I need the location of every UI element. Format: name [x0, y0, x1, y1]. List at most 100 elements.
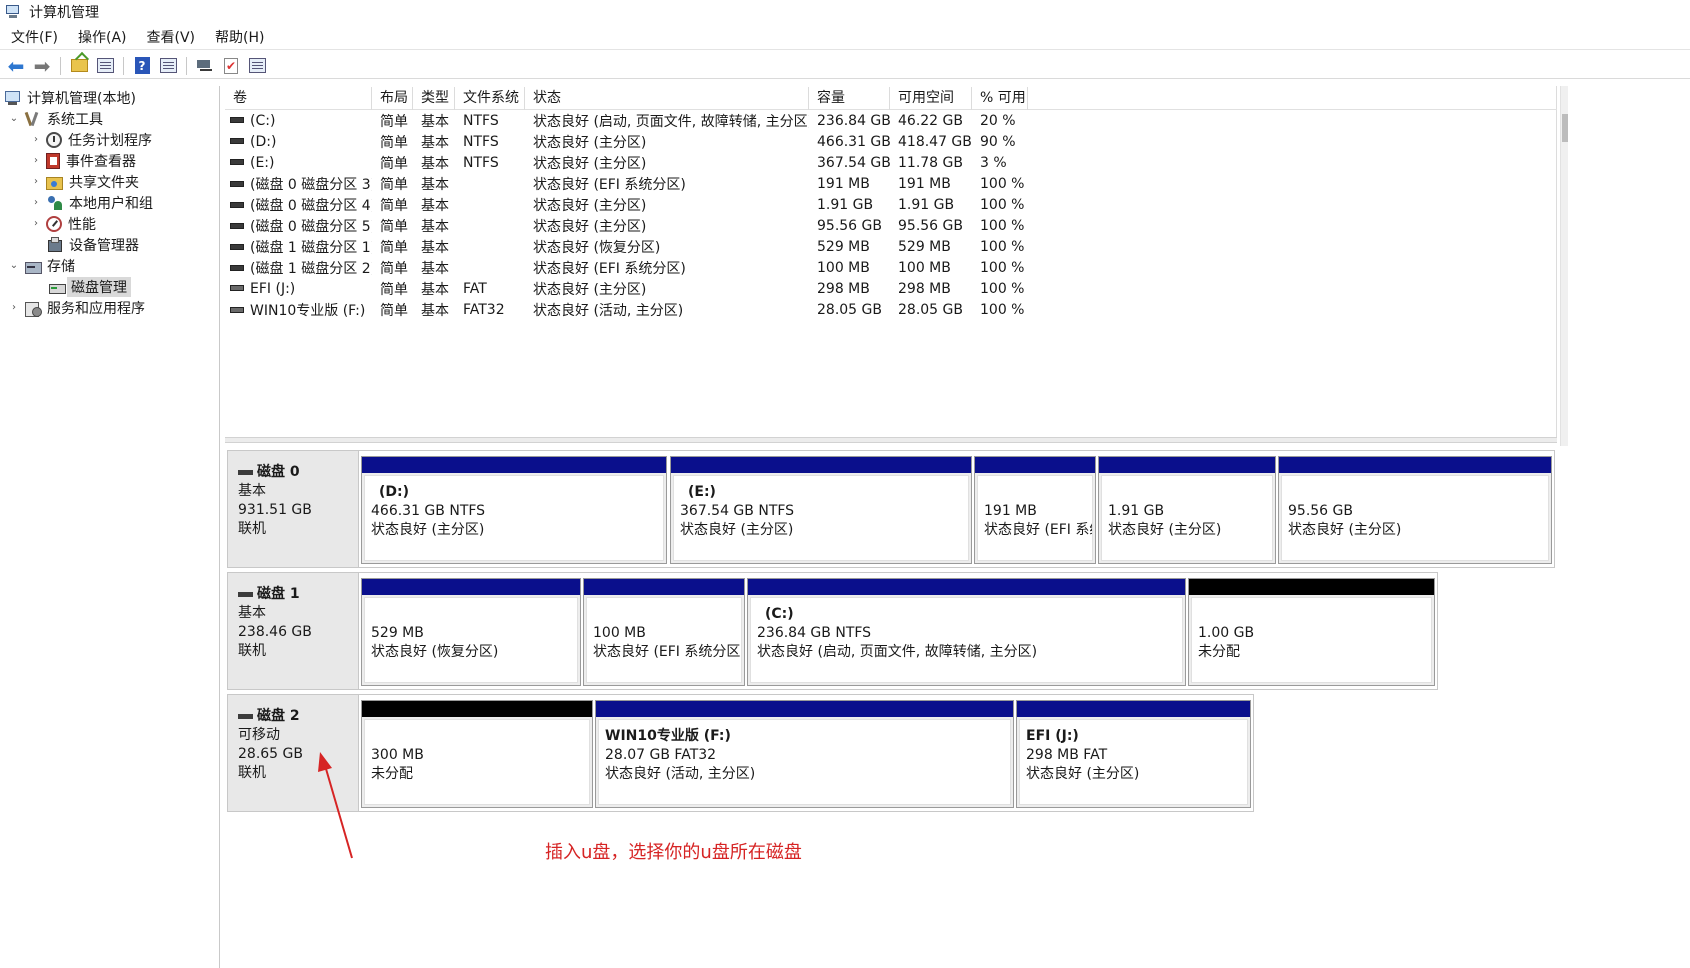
chevron-right-icon[interactable]: ›	[30, 197, 42, 208]
volume-row[interactable]: (D:) 简单 基本 NTFS 状态良好 (主分区) 466.31 GB 418.47 GB…	[225, 131, 1557, 152]
column-header-type[interactable]: 类型	[413, 87, 455, 110]
connect-button[interactable]	[193, 55, 217, 77]
tree-item-storage[interactable]: ⌄ 存储	[8, 255, 75, 276]
chevron-right-icon[interactable]: ›	[30, 218, 42, 229]
tree-item-services[interactable]: › 服务和应用程序	[8, 297, 145, 318]
tree-item-performance[interactable]: › 性能	[30, 213, 96, 234]
volume-row[interactable]: (磁盘 0 磁盘分区 4) 简单 基本 状态良好 (主分区) 1.91 GB 1.91 G…	[225, 194, 1557, 215]
cell-type: 基本	[413, 216, 455, 236]
tree-label: 事件查看器	[66, 153, 136, 170]
volume-row[interactable]: (C:) 简单 基本 NTFS 状态良好 (启动, 页面文件, 故障转储, 主分区) 23…	[225, 110, 1557, 131]
chevron-right-icon[interactable]: ›	[30, 134, 42, 145]
volume-row[interactable]: (磁盘 0 磁盘分区 5) 简单 基本 状态良好 (主分区) 95.56 GB 95.56…	[225, 215, 1557, 236]
cell-capacity: 529 MB	[809, 239, 890, 255]
chevron-down-icon[interactable]: ⌄	[8, 260, 20, 271]
partition-body: 529 MB 状态良好 (恢复分区)	[364, 597, 578, 683]
computer-icon	[4, 90, 21, 106]
menu-view[interactable]: 查看(V)	[136, 27, 205, 49]
settings-icon	[248, 58, 266, 73]
volume-icon	[230, 222, 244, 229]
menu-help[interactable]: 帮助(H)	[204, 27, 273, 49]
cell-volume-text: (磁盘 1 磁盘分区 2)	[250, 260, 372, 277]
column-header-layout[interactable]: 布局	[372, 87, 413, 110]
volume-row[interactable]: (磁盘 0 磁盘分区 3) 简单 基本 状态良好 (EFI 系统分区) 191 MB 19…	[225, 173, 1557, 194]
volume-row[interactable]: (E:) 简单 基本 NTFS 状态良好 (主分区) 367.54 GB 11.78 GB 3…	[225, 152, 1557, 173]
partition-title	[1288, 483, 1548, 502]
settings-button[interactable]	[245, 55, 269, 77]
menu-action[interactable]: 操作(A)	[67, 27, 136, 49]
column-header-status[interactable]: 状态	[525, 87, 809, 110]
properties-button[interactable]	[156, 55, 180, 77]
volume-row[interactable]: EFI (J:) 简单 基本 FAT 状态良好 (主分区) 298 MB 298 MB 100…	[225, 278, 1557, 299]
chevron-down-icon[interactable]: ⌄	[8, 113, 20, 124]
partition-status: 状态良好 (活动, 主分区)	[605, 766, 756, 782]
chevron-right-icon[interactable]: ›	[30, 176, 42, 187]
partition-efi-disk0[interactable]: 191 MB 状态良好 (EFI 系统	[974, 456, 1096, 564]
volume-row[interactable]: (磁盘 1 磁盘分区 1) 简单 基本 状态良好 (恢复分区) 529 MB 529 MB…	[225, 236, 1557, 257]
tree-item-device-manager[interactable]: 设备管理器	[46, 234, 139, 255]
partition-bar	[362, 457, 666, 473]
tree-item-event-viewer[interactable]: › 事件查看器	[30, 150, 136, 171]
tree-item-task-scheduler[interactable]: › 任务计划程序	[30, 129, 152, 150]
cell-capacity-text: 100 MB	[817, 259, 870, 276]
partition-body: (C:) 236.84 GB NTFS 状态良好 (启动, 页面文件, 故障转储…	[750, 597, 1183, 683]
back-button[interactable]: ⬅	[4, 55, 28, 77]
cell-capacity-text: 95.56 GB	[817, 217, 882, 234]
cell-capacity-text: 298 MB	[817, 280, 870, 297]
tree-item-root[interactable]: 计算机管理(本地)	[4, 87, 136, 108]
volume-row[interactable]: WIN10专业版 (F:) 简单 基本 FAT32 状态良好 (活动, 主分区) 28.0…	[225, 299, 1557, 320]
cell-free-space-text: 95.56 GB	[898, 217, 963, 234]
volume-row[interactable]: (磁盘 1 磁盘分区 2) 简单 基本 状态良好 (EFI 系统分区) 100 MB 10…	[225, 257, 1557, 278]
column-header-capacity[interactable]: 容量	[809, 87, 890, 110]
tree-label: 任务计划程序	[68, 132, 152, 149]
disk-0-label[interactable]: 磁盘 0 基本 931.51 GB 联机	[227, 450, 359, 568]
show-hide-tree-button[interactable]	[93, 55, 117, 77]
cell-filesystem: NTFS	[455, 134, 525, 150]
partition-efi-disk1[interactable]: 100 MB 状态良好 (EFI 系统分区)	[583, 578, 745, 686]
cell-filesystem: FAT32	[455, 302, 525, 318]
cell-status-text: 状态良好 (EFI 系统分区)	[533, 260, 686, 277]
cell-percent-free: 100 %	[972, 176, 1028, 192]
tree-item-shared-folders[interactable]: › 共享文件夹	[30, 171, 139, 192]
column-header-filesystem[interactable]: 文件系统	[455, 87, 525, 110]
partition-j[interactable]: EFI (J:) 298 MB FAT 状态良好 (主分区)	[1016, 700, 1251, 808]
tree-item-local-users[interactable]: › 本地用户和组	[30, 192, 153, 213]
column-header-percent-free[interactable]: % 可用	[972, 87, 1028, 110]
cell-free-space: 95.56 GB	[890, 218, 972, 234]
partition-bar	[748, 579, 1185, 595]
scrollbar-thumb[interactable]	[1562, 114, 1568, 142]
disk-0-partitions: (D:) 466.31 GB NTFS 状态良好 (主分区) (E:) 367.…	[358, 450, 1555, 568]
check-button[interactable]: ✔	[219, 55, 243, 77]
partition-disk0-5[interactable]: 95.56 GB 状态良好 (主分区)	[1278, 456, 1552, 564]
partition-d[interactable]: (D:) 466.31 GB NTFS 状态良好 (主分区)	[361, 456, 667, 564]
column-header-volume[interactable]: 卷	[225, 87, 372, 110]
chevron-right-icon[interactable]: ›	[30, 155, 42, 166]
title-bar: 计算机管理	[0, 0, 1690, 24]
partition-f[interactable]: WIN10专业版 (F:) 28.07 GB FAT32 状态良好 (活动, 主…	[595, 700, 1014, 808]
partition-c[interactable]: (C:) 236.84 GB NTFS 状态良好 (启动, 页面文件, 故障转储…	[747, 578, 1186, 686]
partition-size: 466.31 GB NTFS	[371, 503, 486, 519]
menu-file[interactable]: 文件(F)	[0, 27, 67, 49]
chevron-right-icon[interactable]: ›	[8, 302, 20, 313]
partition-disk0-4[interactable]: 1.91 GB 状态良好 (主分区)	[1098, 456, 1276, 564]
cell-status: 状态良好 (主分区)	[525, 132, 809, 152]
cell-volume-text: (磁盘 0 磁盘分区 5)	[250, 218, 372, 235]
help-button[interactable]: ?	[130, 55, 154, 77]
up-level-button[interactable]	[67, 55, 91, 77]
cell-volume-text: (E:)	[250, 154, 275, 171]
partition-title: (E:)	[688, 484, 716, 500]
column-header-free-space[interactable]: 可用空间	[890, 87, 972, 110]
partition-e[interactable]: (E:) 367.54 GB NTFS 状态良好 (主分区)	[670, 456, 972, 564]
partition-title: WIN10专业版 (F:)	[605, 728, 731, 744]
disk-1-label[interactable]: 磁盘 1 基本 238.46 GB 联机	[227, 572, 359, 690]
tree-label: 计算机管理(本地)	[27, 90, 136, 107]
vertical-scrollbar[interactable]	[1560, 86, 1568, 446]
tree-item-disk-management[interactable]: 磁盘管理	[48, 276, 131, 297]
partition-recovery[interactable]: 529 MB 状态良好 (恢复分区)	[361, 578, 581, 686]
partition-unallocated-disk2[interactable]: 300 MB 未分配	[361, 700, 593, 808]
cell-type: 基本	[413, 300, 455, 320]
forward-button[interactable]: ➡	[30, 55, 54, 77]
tree-item-system-tools[interactable]: ⌄ 系统工具	[8, 108, 103, 129]
partition-unallocated-disk1[interactable]: 1.00 GB 未分配	[1188, 578, 1435, 686]
cell-type-text: 基本	[421, 113, 449, 130]
